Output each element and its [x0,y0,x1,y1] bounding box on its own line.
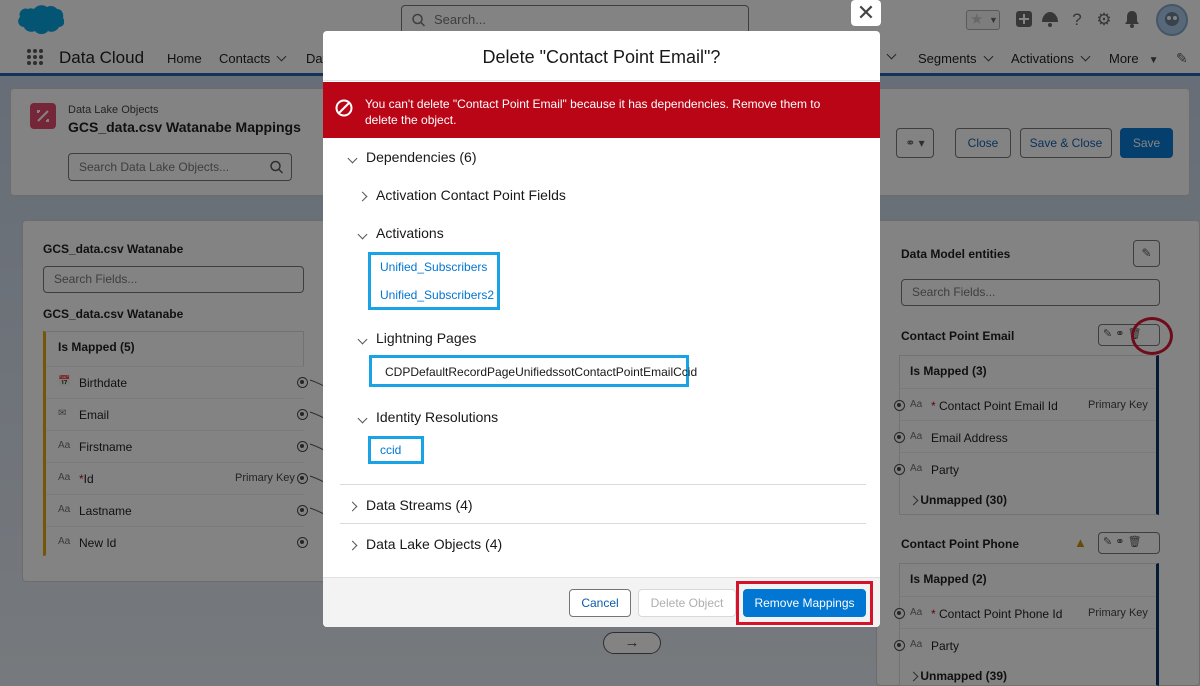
section-activation-fields-label: Activation Contact Point Fields [376,187,566,203]
activation-link-1[interactable]: Unified_Subscribers [380,260,487,274]
section-data-lake-objects[interactable]: Data Lake Objects (4) [347,536,503,552]
chevron-right-icon [347,501,358,512]
chevron-right-icon [357,191,368,202]
modal-title: Delete "Contact Point Email"? [323,31,880,81]
section-lightning-pages-label: Lightning Pages [376,330,477,346]
section-data-lake-objects-label: Data Lake Objects (4) [366,536,503,552]
remove-mappings-button[interactable]: Remove Mappings [743,589,866,617]
cancel-button[interactable]: Cancel [569,589,631,617]
activation-link-2[interactable]: Unified_Subscribers2 [380,288,494,302]
section-activation-fields[interactable]: Activation Contact Point Fields [357,187,566,203]
delete-modal: Delete "Contact Point Email"? You can't … [323,31,880,627]
error-banner: You can't delete "Contact Point Email" b… [323,82,880,138]
lightning-page-item: CDPDefaultRecordPageUnifiedssotContactPo… [385,365,698,379]
chevron-down-icon [357,334,368,345]
close-modal-button[interactable]: ✕ [851,0,881,26]
divider [340,523,866,524]
section-identity-resolutions-label: Identity Resolutions [376,409,499,425]
delete-object-button[interactable]: Delete Object [638,589,736,617]
section-activations-label: Activations [376,225,444,241]
section-identity-resolutions[interactable]: Identity Resolutions [357,409,499,425]
close-icon: ✕ [856,0,876,25]
section-data-streams-label: Data Streams (4) [366,497,473,513]
section-data-streams[interactable]: Data Streams (4) [347,497,473,513]
chevron-right-icon [347,540,358,551]
identity-resolution-link[interactable]: ccid [380,443,401,457]
chevron-down-icon [357,413,368,424]
error-message: You can't delete "Contact Point Email" b… [365,97,821,127]
section-lightning-pages[interactable]: Lightning Pages [357,330,477,346]
ban-icon [335,99,353,121]
section-activations[interactable]: Activations [357,225,444,241]
modal-footer: Cancel Delete Object Remove Mappings [323,577,880,627]
dependencies-label: Dependencies (6) [366,149,477,165]
chevron-down-icon [357,229,368,240]
divider [340,484,866,485]
chevron-down-icon [347,153,358,164]
dependencies-toggle[interactable]: Dependencies (6) [347,149,477,165]
